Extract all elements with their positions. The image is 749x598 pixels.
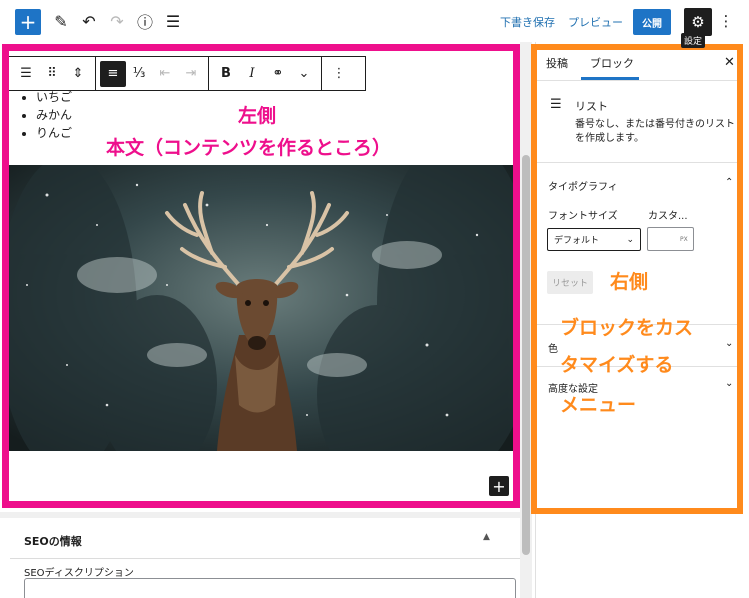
chevron-down-icon[interactable]: ⌄ <box>725 378 733 389</box>
info-icon[interactable]: ⓘ <box>136 11 154 32</box>
block-card-title: リスト <box>575 100 608 113</box>
sidebar-separator <box>537 80 740 81</box>
block-toolbar-group-list: ≡ ⅓ ⇤ ⇥ <box>96 57 209 90</box>
add-block-inline-button[interactable]: + <box>489 476 509 496</box>
ordered-list-icon[interactable]: ⅓ <box>126 61 152 87</box>
block-toolbar-group-more: ⋮ <box>322 57 356 90</box>
block-toolbar-group-block: ☰ ⠿ ⇕ <box>9 57 96 90</box>
settings-button[interactable]: ⚙ <box>684 8 712 36</box>
link-icon[interactable]: ⚭ <box>265 61 291 87</box>
left-annotation-desc: 本文（コンテンツを作るところ） <box>106 137 392 159</box>
chevron-down-icon: ⌄ <box>626 234 634 245</box>
color-panel-title[interactable]: 色 <box>548 340 558 355</box>
seo-description-label: SEOディスクリプション <box>24 568 134 579</box>
right-annotation-desc-1: ブロックをカス <box>560 317 694 339</box>
list-block-icon[interactable]: ☰ <box>13 61 39 87</box>
deer-illustration <box>7 165 514 451</box>
right-annotation-desc-3: メニュー <box>560 394 637 416</box>
list-item[interactable]: りんご <box>36 124 72 142</box>
plus-icon: + <box>19 10 37 34</box>
publish-button[interactable]: 公開 <box>633 9 671 35</box>
heading-block-fragment[interactable] <box>22 44 62 52</box>
italic-icon[interactable]: I <box>239 61 265 87</box>
editor-toolbar: + ✎ ↶ ↷ ⓘ ☰ 下書き保存 プレビュー 公開 ⚙ ⋮ <box>0 0 749 42</box>
move-up-down-icon[interactable]: ⇕ <box>65 61 91 87</box>
seo-description-input[interactable] <box>24 578 516 598</box>
meta-box-divider <box>0 512 520 518</box>
block-card-description: 番号なし、または番号付きのリストを作成します。 <box>575 119 735 144</box>
sidebar-separator <box>537 162 740 163</box>
list-item[interactable]: みかん <box>36 106 72 124</box>
outdent-icon[interactable]: ⇤ <box>152 61 178 87</box>
settings-tooltip: 設定 <box>681 33 706 48</box>
right-annotation-title: 右側 <box>610 271 649 293</box>
editor-scrollbar-thumb[interactable] <box>522 155 530 555</box>
add-block-button[interactable]: + <box>15 9 41 35</box>
list-block[interactable]: いちご みかん りんご <box>36 88 72 142</box>
font-size-label: フォントサイズ <box>548 211 618 222</box>
close-icon[interactable]: ✕ <box>724 55 735 70</box>
preview-button[interactable]: プレビュー <box>568 14 623 30</box>
right-annotation-desc-2: タマイズする <box>560 354 674 376</box>
custom-size-unit: PX <box>680 236 688 243</box>
indent-icon[interactable]: ⇥ <box>178 61 204 87</box>
font-size-value: デフォルト <box>554 236 600 246</box>
chevron-down-icon[interactable]: ⌄ <box>725 338 733 349</box>
pen-icon[interactable]: ✎ <box>52 11 70 31</box>
block-toolbar: ☰ ⠿ ⇕ ≡ ⅓ ⇤ ⇥ B I ⚭ ⌄ ⋮ <box>8 56 366 91</box>
seo-meta-title: SEOの情報 <box>24 535 82 548</box>
tab-block[interactable]: ブロック <box>590 55 634 71</box>
undo-icon[interactable]: ↶ <box>80 11 98 31</box>
custom-size-label: カスタ... <box>648 211 688 222</box>
collapse-icon[interactable]: ▲ <box>483 532 490 542</box>
font-size-select[interactable]: デフォルト ⌄ <box>547 228 641 251</box>
more-options-icon[interactable]: ⋮ <box>719 11 734 31</box>
chevron-up-icon[interactable]: ⌃ <box>725 177 733 188</box>
bold-icon[interactable]: B <box>213 61 239 87</box>
block-options-icon[interactable]: ⋮ <box>326 61 352 87</box>
reset-button[interactable]: リセット <box>547 271 593 294</box>
drag-handle-icon[interactable]: ⠿ <box>39 61 65 87</box>
list-view-icon[interactable]: ☰ <box>164 11 182 31</box>
plus-icon: + <box>492 476 506 496</box>
deer-photo[interactable] <box>7 165 514 451</box>
list-block-icon: ☰ <box>550 97 562 112</box>
tab-post[interactable]: 投稿 <box>546 55 568 71</box>
typography-panel-title[interactable]: タイポグラフィ <box>548 178 618 193</box>
block-toolbar-group-format: B I ⚭ ⌄ <box>209 57 322 90</box>
chevron-down-icon[interactable]: ⌄ <box>291 61 317 87</box>
meta-separator <box>10 558 520 559</box>
save-draft-button[interactable]: 下書き保存 <box>500 14 555 30</box>
left-annotation-title: 左側 <box>238 105 277 127</box>
unordered-list-icon[interactable]: ≡ <box>100 60 126 87</box>
redo-icon[interactable]: ↷ <box>108 11 126 31</box>
gear-icon: ⚙ <box>691 13 705 31</box>
